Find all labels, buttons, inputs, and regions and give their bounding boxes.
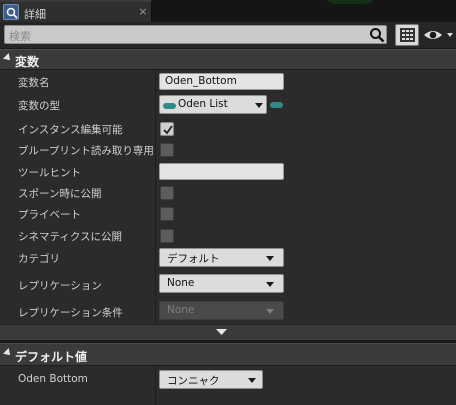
category-dropdown[interactable]: デフォルト <box>159 248 284 267</box>
tab-title: 詳細 <box>24 8 46 21</box>
variable-name-label: 変数名 <box>18 77 50 89</box>
container-type-pill-icon[interactable] <box>270 102 283 108</box>
expose-on-spawn-label: スポーン時に公開 <box>18 188 102 200</box>
section-title: デフォルト値 <box>15 350 88 364</box>
variable-type-dropdown[interactable]: Oden List <box>159 95 267 114</box>
category-label: カテゴリ <box>18 253 60 265</box>
visibility-eye-icon[interactable] <box>423 26 455 44</box>
close-icon[interactable]: × <box>137 5 149 19</box>
blueprint-readonly-checkbox[interactable] <box>160 143 174 157</box>
oden-bottom-label: Oden Bottom <box>18 373 88 385</box>
expose-on-spawn-checkbox[interactable] <box>160 186 174 200</box>
row-expose-to-cinematics: シネマティクスに公開 <box>0 225 456 246</box>
row-oden-bottom: Oden Bottom コンニャク <box>0 369 456 390</box>
private-checkbox[interactable] <box>160 207 174 221</box>
oden-bottom-dropdown[interactable]: コンニャク <box>159 370 263 389</box>
details-icon <box>3 4 19 20</box>
replication-dropdown[interactable]: None <box>159 274 284 293</box>
advanced-expand-bar[interactable] <box>0 324 456 340</box>
variables-section-header[interactable]: 変数 <box>0 49 456 70</box>
replication-value: None <box>167 277 195 289</box>
property-matrix-button[interactable] <box>395 24 419 46</box>
row-replication-condition: レプリケーション条件 None <box>0 301 456 322</box>
chevron-down-icon <box>266 282 274 287</box>
variable-type-value: Oden List <box>178 98 228 110</box>
defaults-section-header[interactable]: デフォルト値 <box>0 343 456 366</box>
row-expose-on-spawn: スポーン時に公開 <box>0 182 456 203</box>
tooltip-field[interactable] <box>159 163 284 180</box>
chevron-down-icon <box>266 256 274 261</box>
collapse-arrow-icon <box>3 53 13 63</box>
collapse-arrow-icon <box>3 348 13 358</box>
instance-editable-checkbox[interactable] <box>160 122 174 136</box>
category-value: デフォルト <box>167 253 220 265</box>
search-placeholder: 検索 <box>9 30 31 43</box>
instance-editable-label: インスタンス編集可能 <box>18 124 123 136</box>
toolbar: 検索 <box>0 22 456 48</box>
grid-icon <box>400 28 415 42</box>
oden-bottom-value: コンニャク <box>167 375 220 387</box>
row-variable-name: 変数名 Oden_Bottom <box>0 71 456 92</box>
private-label: プライベート <box>18 209 81 221</box>
row-private: プライベート <box>0 203 456 224</box>
replication-condition-dropdown: None <box>159 301 284 320</box>
chevron-down-icon <box>255 103 263 108</box>
expose-to-cinematics-checkbox[interactable] <box>160 229 174 243</box>
blueprint-readonly-label: ブループリント読み取り専用 <box>18 145 154 157</box>
row-variable-type: 変数の型 Oden List <box>0 94 456 115</box>
checkmark-icon <box>163 125 173 135</box>
search-input[interactable]: 検索 <box>4 25 387 44</box>
variables-panel: 変数名 Oden_Bottom 変数の型 Oden List インスタンス編集可… <box>0 70 456 324</box>
row-blueprint-readonly: ブループリント読み取り専用 <box>0 139 456 160</box>
section-title: 変数 <box>15 55 40 69</box>
type-pill-icon <box>163 103 176 109</box>
defaults-panel: Oden Bottom コンニャク <box>0 366 456 405</box>
chevron-down-icon <box>248 378 256 383</box>
tab-bar: 詳細 × <box>0 0 456 22</box>
tab-strip-decoration <box>320 0 380 4</box>
row-replication: レプリケーション None <box>0 274 456 295</box>
variable-type-label: 変数の型 <box>18 100 60 112</box>
row-tooltip: ツールヒント <box>0 161 456 182</box>
replication-label: レプリケーション <box>18 280 102 292</box>
tooltip-label: ツールヒント <box>18 167 81 179</box>
details-tab[interactable]: 詳細 × <box>0 0 152 22</box>
variable-name-field[interactable]: Oden_Bottom <box>159 73 284 90</box>
replication-condition-value: None <box>167 304 195 316</box>
expose-to-cinematics-label: シネマティクスに公開 <box>18 231 123 243</box>
chevron-down-icon <box>216 329 227 335</box>
row-category: カテゴリ デフォルト <box>0 247 456 268</box>
replication-condition-label: レプリケーション条件 <box>18 307 123 319</box>
search-icon[interactable] <box>369 27 385 43</box>
chevron-down-icon <box>266 309 274 314</box>
row-instance-editable: インスタンス編集可能 <box>0 118 456 139</box>
